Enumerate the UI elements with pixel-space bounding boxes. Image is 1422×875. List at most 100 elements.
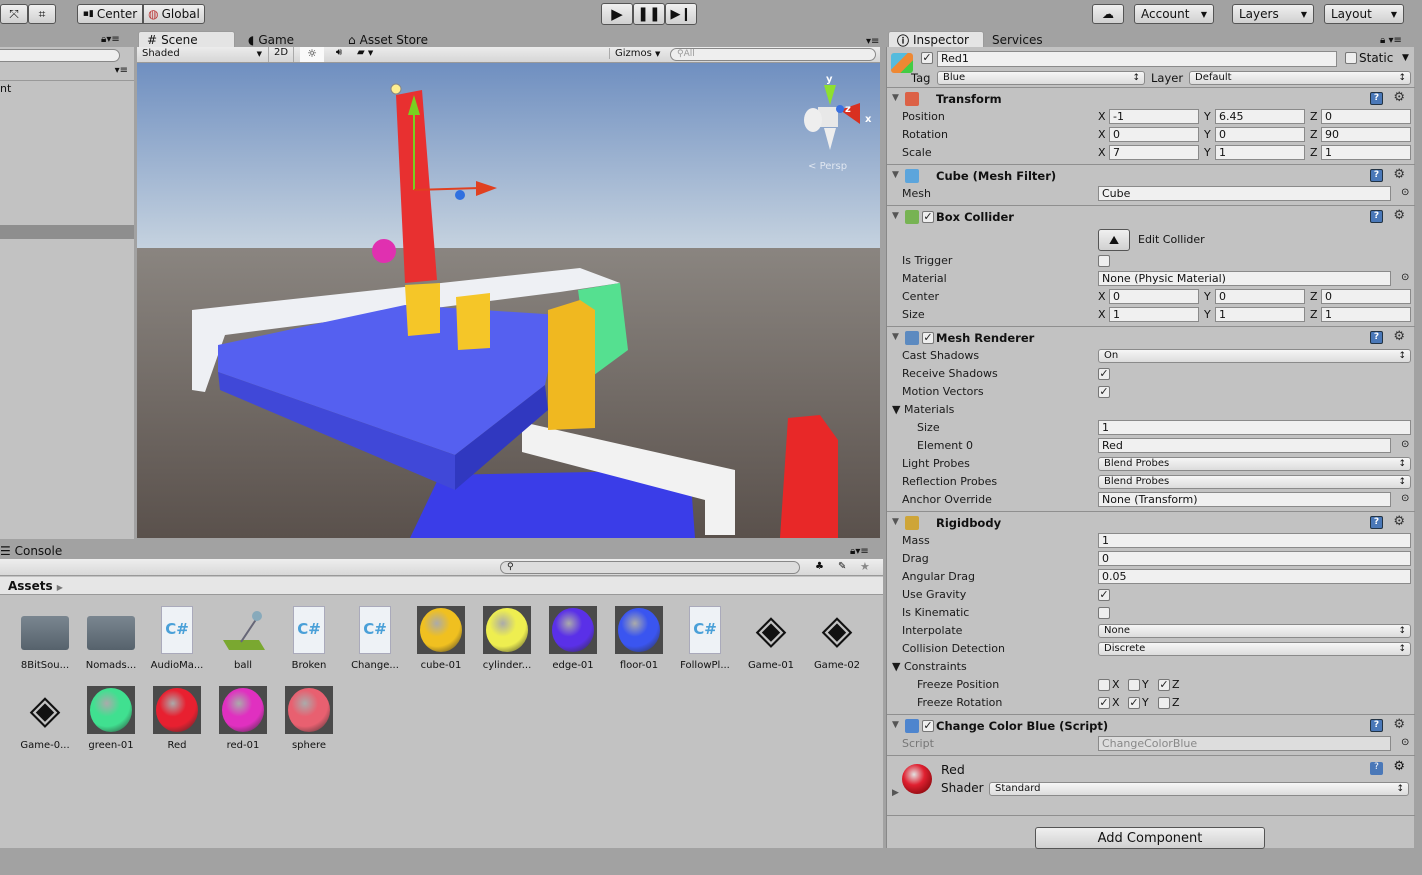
gear-icon[interactable]: ⚙	[1393, 90, 1405, 105]
tab-scene[interactable]: # Scene	[138, 31, 235, 48]
component-enabled-checkbox[interactable]: ✓	[922, 211, 934, 223]
dropdown[interactable]: Blend Probes	[1098, 457, 1411, 471]
vector-component-input[interactable]: -1	[1109, 109, 1199, 124]
foldout-triangle-icon[interactable]: ▼	[892, 720, 899, 730]
component-header[interactable]: ▼ ✓ Mesh Renderer? ⚙	[887, 329, 1415, 347]
tag-dropdown[interactable]: Blue	[937, 71, 1145, 85]
shader-dropdown[interactable]: Standard	[989, 782, 1409, 796]
effects-dropdown[interactable]: ▰ ▼	[357, 47, 387, 58]
asset-item[interactable]: ◈ Game-0...	[14, 686, 76, 751]
gear-icon[interactable]: ⚙	[1393, 167, 1405, 182]
vector-component-input[interactable]: 6.45	[1215, 109, 1305, 124]
hierarchy-item[interactable]: nt	[0, 82, 11, 95]
foldout-triangle-icon[interactable]: ▼	[892, 517, 899, 527]
component-header[interactable]: ▼ Rigidbody? ⚙	[887, 514, 1415, 532]
help-icon[interactable]: ?	[1370, 516, 1383, 529]
layout-dropdown[interactable]: Layout ▼	[1324, 4, 1404, 24]
object-picker-icon[interactable]: ⊙	[1401, 493, 1409, 504]
component-header[interactable]: ▼ Transform? ⚙	[887, 90, 1415, 108]
dropdown[interactable]: On	[1098, 349, 1411, 363]
asset-item[interactable]: C# Change...	[344, 606, 406, 671]
foldout-triangle-icon[interactable]: ▼	[892, 211, 899, 221]
console-tab[interactable]: ☰ Console	[0, 544, 62, 558]
hierarchy-menu-icon[interactable]: ▾≡	[115, 65, 128, 76]
asset-item[interactable]: Red	[146, 686, 208, 751]
vector-component-input[interactable]: 0	[1109, 289, 1199, 304]
asset-item[interactable]: cylinder...	[476, 606, 538, 671]
checkbox[interactable]: ✓	[1098, 368, 1110, 380]
asset-item[interactable]: ◈ Game-02	[806, 606, 868, 671]
shading-dropdown[interactable]: Shaded ▼	[142, 48, 262, 59]
object-picker-icon[interactable]: ⊙	[1401, 439, 1409, 450]
vector-component-input[interactable]: 1	[1321, 145, 1411, 160]
lock-icon[interactable]: 🔒︎▾≡	[850, 546, 869, 557]
vector-component-input[interactable]: 0	[1321, 109, 1411, 124]
gear-icon[interactable]: ⚙	[1393, 208, 1405, 223]
cloud-button[interactable]: ☁	[1092, 4, 1124, 24]
2d-toggle[interactable]: 2D	[268, 47, 294, 62]
tab-services[interactable]: Services	[984, 31, 1051, 48]
asset-item[interactable]: 8BitSou...	[14, 606, 76, 671]
asset-item[interactable]: floor-01	[608, 606, 670, 671]
transform-tool-button[interactable]: ⤧	[0, 4, 28, 24]
vector-component-input[interactable]: 1	[1215, 145, 1305, 160]
object-picker-icon[interactable]: ⊙	[1401, 272, 1409, 283]
persp-label[interactable]: < Persp	[808, 161, 847, 172]
vector-component-input[interactable]: 1	[1321, 307, 1411, 322]
vector-component-input[interactable]: 7	[1109, 145, 1199, 160]
component-header[interactable]: ▼ ✓ Change Color Blue (Script)? ⚙	[887, 717, 1415, 735]
foldout-triangle-icon[interactable]: ▼	[892, 332, 899, 342]
foldout-triangle-icon[interactable]: ▼	[892, 93, 899, 103]
layers-dropdown[interactable]: Layers ▼	[1232, 4, 1314, 24]
number-input[interactable]: 0.05	[1098, 569, 1411, 584]
active-checkbox[interactable]: ✓	[921, 52, 933, 64]
account-dropdown[interactable]: Account ▼	[1134, 4, 1214, 24]
lighting-toggle[interactable]: ☼	[300, 47, 324, 62]
pause-button[interactable]: ❚❚	[633, 3, 665, 25]
asset-item[interactable]: red-01	[212, 686, 274, 751]
help-icon[interactable]: ?	[1370, 331, 1383, 344]
number-input[interactable]: 1	[1098, 533, 1411, 548]
space-global-button[interactable]: ◍ Global	[143, 4, 205, 24]
filter-label-icon[interactable]: ✎	[838, 561, 846, 572]
vector-component-input[interactable]: 0	[1215, 289, 1305, 304]
object-field[interactable]: ChangeColorBlue	[1098, 736, 1391, 751]
scene-viewport[interactable]: y x z < Persp	[137, 63, 880, 538]
asset-item[interactable]: ball	[212, 606, 274, 671]
foldout-label[interactable]: ▼ Constraints	[892, 660, 967, 673]
filter-type-icon[interactable]: ♣	[815, 561, 824, 572]
tab-game[interactable]: ◖ Game	[240, 31, 302, 48]
lock-icon[interactable]: 🔒︎▾≡	[101, 34, 120, 45]
constraint-checkbox[interactable]: ✓	[1098, 697, 1110, 709]
constraint-checkbox[interactable]	[1128, 679, 1140, 691]
vector-component-input[interactable]: 0	[1109, 127, 1199, 142]
step-button[interactable]: ▶❙	[665, 3, 697, 25]
object-field[interactable]: Red	[1098, 438, 1391, 453]
dropdown[interactable]: Discrete	[1098, 642, 1411, 656]
vector-component-input[interactable]: 90	[1321, 127, 1411, 142]
layer-dropdown[interactable]: Default	[1189, 71, 1411, 85]
add-component-button[interactable]: Add Component	[1035, 827, 1265, 849]
static-dropdown-icon[interactable]: ▼	[1402, 53, 1409, 63]
component-header[interactable]: ▼ ✓ Box Collider? ⚙	[887, 208, 1415, 226]
pivot-center-button[interactable]: ▪▮ Center	[77, 4, 143, 24]
favorite-star-icon[interactable]: ★	[860, 560, 870, 573]
tab-inspector[interactable]: ⓘ Inspector	[888, 31, 984, 48]
component-enabled-checkbox[interactable]: ✓	[922, 332, 934, 344]
vector-component-input[interactable]: 1	[1109, 307, 1199, 322]
help-icon[interactable]: ?	[1370, 169, 1383, 182]
edit-collider-button[interactable]: ⛰	[1098, 229, 1130, 251]
component-enabled-checkbox[interactable]: ✓	[922, 720, 934, 732]
vector-component-input[interactable]: 1	[1215, 307, 1305, 322]
checkbox[interactable]	[1098, 255, 1110, 267]
hierarchy-search[interactable]	[0, 49, 120, 62]
object-picker-icon[interactable]: ⊙	[1401, 187, 1409, 198]
gear-icon[interactable]: ⚙	[1393, 329, 1405, 344]
project-search-input[interactable]: ⚲	[500, 561, 800, 574]
checkbox[interactable]: ✓	[1098, 386, 1110, 398]
constraint-checkbox[interactable]: ✓	[1128, 697, 1140, 709]
lock-icon[interactable]: 🔒︎ ▾≡	[1380, 35, 1402, 46]
gear-icon[interactable]: ⚙	[1393, 514, 1405, 529]
object-field[interactable]: None (Physic Material)	[1098, 271, 1391, 286]
help-icon[interactable]: ?	[1370, 92, 1383, 105]
